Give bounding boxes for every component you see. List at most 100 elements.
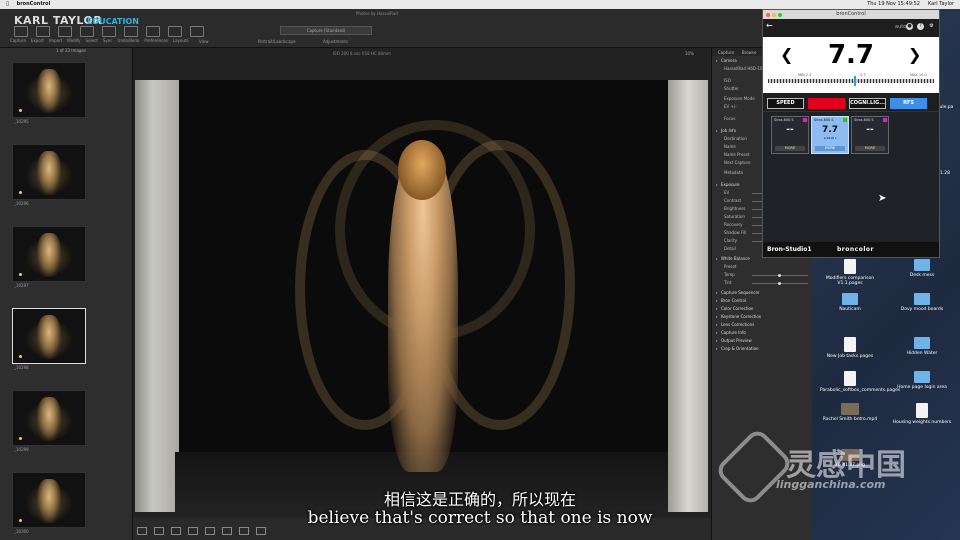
main-photo[interactable] (135, 80, 708, 512)
disclosure-arrow-icon[interactable]: ▸ (716, 346, 718, 351)
tool-row[interactable]: Contrast (724, 198, 741, 203)
slow-button[interactable]: SLOW (808, 98, 845, 109)
tool-row[interactable]: ▸ Output Preview (716, 338, 752, 343)
tool-row[interactable]: ▸ Lens Corrections (716, 322, 754, 327)
tool-row[interactable]: Shadow Fill (724, 230, 746, 235)
brush-icon[interactable] (222, 527, 232, 535)
tool-row[interactable]: ▸ Crop & Orientation (716, 346, 759, 351)
tool-slider[interactable] (752, 274, 808, 277)
desktop-item[interactable]: New Job tasks.pages (820, 337, 880, 359)
chevron-left-icon[interactable]: ❮ (780, 45, 793, 64)
undo-icon[interactable] (146, 26, 160, 37)
power-icon[interactable]: ● (906, 23, 913, 30)
lamp-card[interactable]: Siros 800 S -- MORE (851, 116, 889, 154)
disclosure-arrow-icon[interactable]: ▸ (716, 58, 718, 63)
close-window-icon[interactable] (766, 13, 770, 17)
tool-row[interactable]: Focus (724, 116, 735, 121)
gear-icon[interactable]: ⚙ (928, 23, 935, 30)
tool-row[interactable]: ▸ Bron Control (716, 298, 746, 303)
lamp-more-button[interactable]: MORE (815, 146, 845, 151)
tool-row[interactable]: EV +/- (724, 104, 737, 109)
tool-row[interactable]: Clarity (724, 238, 737, 243)
hand-icon[interactable] (239, 527, 249, 535)
disclosure-arrow-icon[interactable]: ▸ (716, 128, 718, 133)
tool-row[interactable]: Preset (724, 264, 736, 269)
tool-slider[interactable] (752, 282, 808, 285)
disclosure-arrow-icon[interactable]: ▸ (716, 256, 718, 261)
thumbnail[interactable] (12, 144, 86, 200)
zoom-level[interactable]: 10% (685, 51, 694, 56)
crop-icon[interactable] (171, 527, 181, 535)
disclosure-arrow-icon[interactable]: ▸ (716, 298, 718, 303)
lamp-card[interactable]: Siros 800 S 7.7 1/1818 s MORE (811, 116, 849, 154)
desktop-item[interactable]: Nauticam (820, 293, 880, 312)
lamp-more-button[interactable]: MORE (775, 146, 805, 151)
tool-row[interactable]: Exposure Mode (724, 96, 755, 101)
tool-tab[interactable]: Capture (718, 50, 734, 55)
desktop-item[interactable]: Parabolic_softbox_comments.pages (820, 371, 900, 393)
capture-preset-select[interactable]: Capture (Standard) (280, 26, 372, 35)
power-scale-marker[interactable] (854, 76, 856, 86)
tool-row[interactable]: ▸ White Balance (716, 256, 750, 261)
auto-label[interactable]: auto (895, 24, 906, 30)
back-arrow-icon[interactable]: ← (766, 21, 773, 30)
tool-row[interactable]: ▸ Job Info (716, 128, 736, 133)
desktop-item[interactable]: Rachel Smith bntro.mp4 (820, 403, 880, 422)
studio-name[interactable]: Bron-Studio1 (767, 246, 812, 253)
desktop-item[interactable]: Housing weights.numbers (892, 403, 952, 425)
minimize-window-icon[interactable] (772, 13, 776, 17)
disclosure-arrow-icon[interactable]: ▸ (716, 290, 718, 295)
tool-row[interactable]: ISO (724, 78, 731, 83)
tool-row[interactable]: Name (724, 144, 736, 149)
tool-row[interactable]: ▸ Color Correction (716, 306, 753, 311)
desktop-item[interactable]: Home page login area (892, 371, 952, 390)
select-icon[interactable] (102, 26, 116, 37)
slider-knob[interactable] (778, 274, 781, 277)
thumbnail[interactable] (12, 390, 86, 446)
tool-row[interactable]: Name Preset (724, 152, 750, 157)
tool-row[interactable]: Temp (724, 272, 735, 277)
help-icon[interactable]: ? (917, 23, 924, 30)
sync-icon[interactable] (124, 26, 138, 37)
disclosure-arrow-icon[interactable]: ▸ (716, 306, 718, 311)
thumbnail[interactable] (12, 308, 86, 364)
disclosure-arrow-icon[interactable]: ▸ (716, 314, 718, 319)
tool-row[interactable]: ▸ Exposure (716, 182, 740, 187)
tool-row[interactable]: Recovery (724, 222, 743, 227)
grid-view-icon[interactable] (137, 527, 147, 535)
tool-row[interactable]: Detail (724, 246, 736, 251)
zoom-window-icon[interactable] (778, 13, 782, 17)
zoom-icon[interactable] (256, 527, 266, 535)
menubar-app-name[interactable]: bronControl (17, 1, 51, 7)
desktop-item[interactable]: Dovy mood boards (892, 293, 952, 312)
disclosure-arrow-icon[interactable]: ▸ (716, 338, 718, 343)
tool-row[interactable]: Brightness (724, 206, 745, 211)
tool-tab[interactable]: Browse (742, 50, 757, 55)
desktop-item[interactable]: Hidden Water (892, 337, 952, 356)
lamp-card[interactable]: Siros 800 S -- MORE (771, 116, 809, 154)
disclosure-arrow-icon[interactable]: ▸ (716, 182, 718, 187)
desktop-item[interactable]: Desk mess (892, 259, 952, 278)
tool-row[interactable]: Metadata (724, 170, 743, 175)
tool-row[interactable]: Tint (724, 280, 732, 285)
tool-row[interactable]: EV (724, 190, 729, 195)
tool-row[interactable]: ▸ Capture Info (716, 330, 746, 335)
tool-row[interactable]: Shutter (724, 86, 739, 91)
tool-row[interactable]: ▸ Keystone Correction (716, 314, 761, 319)
cognition-light-button[interactable]: COGNI.LIG... (849, 98, 886, 109)
thumbnail[interactable] (12, 62, 86, 118)
slider-knob[interactable] (778, 282, 781, 285)
tool-row[interactable]: Saturation (724, 214, 745, 219)
capture-icon[interactable] (14, 26, 28, 37)
tool-row[interactable]: ▸ Camera (716, 58, 737, 63)
import-icon[interactable] (58, 26, 72, 37)
rotate-icon[interactable] (188, 527, 198, 535)
single-view-icon[interactable] (154, 527, 164, 535)
lamp-more-button[interactable]: MORE (855, 146, 885, 151)
export-icon[interactable] (36, 26, 50, 37)
tool-row[interactable]: Next Capture (724, 160, 751, 165)
preferences-icon[interactable] (168, 26, 182, 37)
tool-row[interactable]: ▸ Capture Sequencer (716, 290, 760, 295)
apple-icon[interactable]:  (6, 1, 9, 7)
desktop-item[interactable]: Modifiers comparison V1.1.pages (820, 259, 880, 286)
